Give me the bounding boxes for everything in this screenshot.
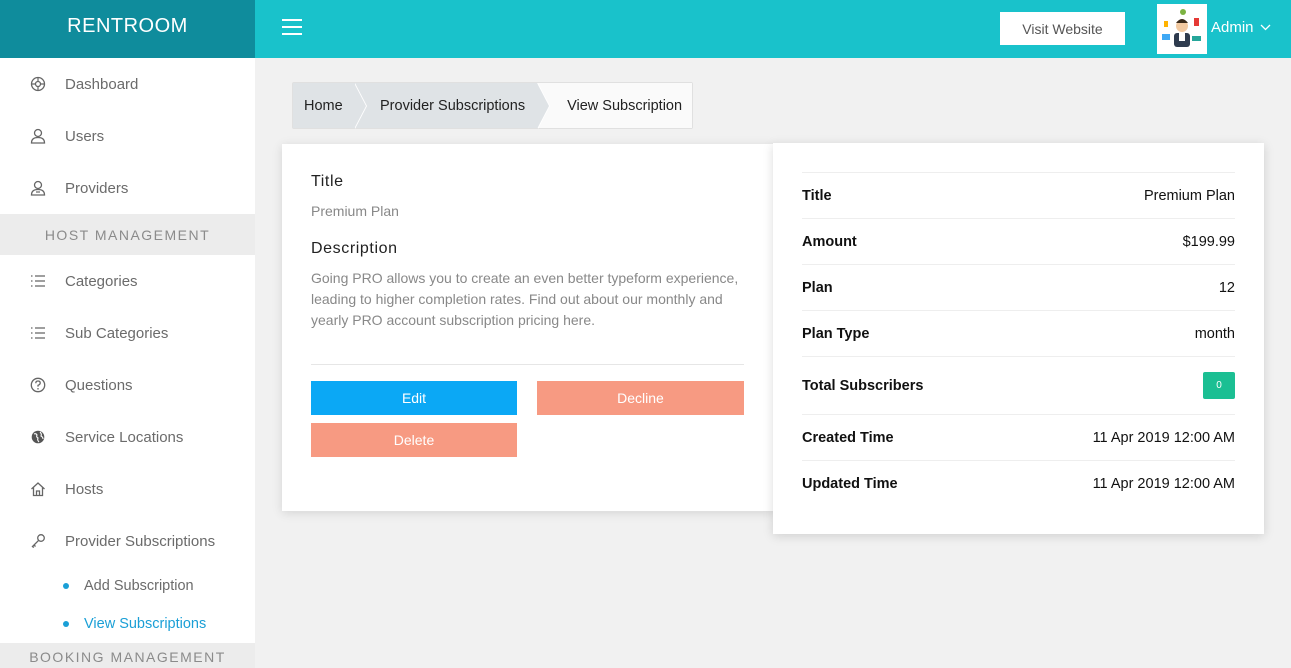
row-value: 11 Apr 2019 12:00 AM: [1092, 475, 1235, 492]
admin-name: Admin: [1211, 19, 1254, 36]
sidebar-item-providers[interactable]: Providers: [0, 162, 255, 214]
decline-button[interactable]: Decline: [537, 381, 744, 415]
row-key: Plan: [802, 264, 1002, 311]
bullet-icon: [63, 621, 69, 627]
edit-button[interactable]: Edit: [311, 381, 517, 415]
sidebar-item-categories[interactable]: Categories: [0, 255, 255, 307]
row-value: Premium Plan: [1001, 172, 1235, 219]
delete-button[interactable]: Delete: [311, 423, 517, 457]
summary-table: Title Premium Plan Amount $199.99 Plan 1…: [802, 172, 1235, 507]
provider-icon: [29, 179, 47, 197]
subscription-detail-card: Title Premium Plan Description Going PRO…: [282, 144, 775, 511]
sidebar-item-label: Users: [65, 127, 105, 145]
top-navbar: Visit Website Admin: [255, 0, 1291, 58]
sidebar-subitem-view-subscriptions[interactable]: View Subscriptions: [0, 605, 255, 643]
visit-website-button[interactable]: Visit Website: [1000, 12, 1125, 45]
key-icon: [29, 532, 47, 550]
table-row: Created Time 11 Apr 2019 12:00 AM: [802, 414, 1235, 461]
sidebar-item-dashboard[interactable]: Dashboard: [0, 58, 255, 110]
question-icon: [29, 376, 47, 394]
admin-menu[interactable]: Admin: [1211, 19, 1271, 36]
description-label: Description: [311, 240, 398, 257]
avatar[interactable]: [1157, 4, 1207, 54]
breadcrumb-current: View Subscription: [537, 83, 693, 128]
table-row: Plan Type month: [802, 310, 1235, 357]
divider: [311, 364, 744, 365]
sidebar: Dashboard Users Providers HOST MANAGEMEN…: [0, 58, 255, 668]
list-icon: [29, 272, 47, 290]
sidebar-item-label: Questions: [65, 376, 133, 394]
row-key: Amount: [802, 218, 1002, 265]
sidebar-item-hosts[interactable]: Hosts: [0, 463, 255, 515]
row-key: Total Subscribers: [802, 356, 1002, 415]
description-value: Going PRO allows you to create an even b…: [311, 270, 739, 328]
sidebar-item-label: Sub Categories: [65, 324, 169, 342]
table-row: Amount $199.99: [802, 218, 1235, 265]
sidebar-subitem-label: Add Subscription: [84, 578, 194, 594]
subscribers-count-badge[interactable]: 0: [1203, 372, 1235, 399]
row-key: Created Time: [802, 414, 1002, 461]
section-host-management: HOST MANAGEMENT: [0, 214, 255, 255]
breadcrumb: Home Provider Subscriptions View Subscri…: [292, 82, 694, 129]
sidebar-item-provider-subscriptions[interactable]: Provider Subscriptions: [0, 515, 255, 567]
sidebar-item-users[interactable]: Users: [0, 110, 255, 162]
sidebar-item-sub-categories[interactable]: Sub Categories: [0, 307, 255, 359]
sidebar-subitem-add-subscription[interactable]: Add Subscription: [0, 567, 255, 605]
sidebar-item-label: Providers: [65, 179, 129, 197]
row-key: Updated Time: [802, 475, 898, 492]
row-key: Plan Type: [802, 310, 1002, 357]
dashboard-icon: [29, 75, 47, 93]
sidebar-item-label: Categories: [65, 272, 138, 290]
section-booking-management: BOOKING MANAGEMENT: [0, 643, 255, 668]
sidebar-item-questions[interactable]: Questions: [0, 359, 255, 411]
table-row: Total Subscribers 0: [802, 356, 1235, 415]
list-icon: [29, 324, 47, 342]
user-icon: [29, 127, 47, 145]
chevron-down-icon: [1260, 24, 1270, 31]
table-row: Title Premium Plan: [802, 172, 1235, 219]
table-row: Plan 12: [802, 264, 1235, 311]
sidebar-item-service-locations[interactable]: Service Locations: [0, 411, 255, 463]
row-key: Title: [802, 172, 1002, 219]
sidebar-item-label: Hosts: [65, 480, 104, 498]
subscription-summary-card: Title Premium Plan Amount $199.99 Plan 1…: [773, 143, 1264, 534]
row-value: 0: [1001, 356, 1235, 415]
action-buttons: Edit Decline Delete: [311, 381, 744, 457]
sidebar-item-label: Dashboard: [65, 75, 139, 93]
menu-toggle-icon[interactable]: [282, 19, 302, 35]
sidebar-item-label: Service Locations: [65, 428, 184, 446]
title-label: Title: [311, 173, 344, 190]
globe-icon: [29, 428, 47, 446]
row-value: month: [1001, 310, 1235, 357]
row-value: 11 Apr 2019 12:00 AM: [1001, 414, 1235, 461]
breadcrumb-provider-subscriptions[interactable]: Provider Subscriptions: [354, 83, 551, 129]
home-icon: [29, 480, 47, 498]
title-value: Premium Plan: [311, 203, 399, 219]
table-row: Updated Time 11 Apr 2019 12:00 AM: [802, 461, 1235, 507]
row-value: 12: [1001, 264, 1235, 311]
breadcrumb-home[interactable]: Home: [293, 83, 367, 129]
sidebar-item-label: Provider Subscriptions: [65, 532, 216, 550]
row-value: $199.99: [1001, 218, 1235, 265]
brand-logo[interactable]: RENTROOM: [0, 0, 255, 58]
bullet-icon: [63, 583, 69, 589]
sidebar-subitem-label: View Subscriptions: [84, 616, 207, 632]
